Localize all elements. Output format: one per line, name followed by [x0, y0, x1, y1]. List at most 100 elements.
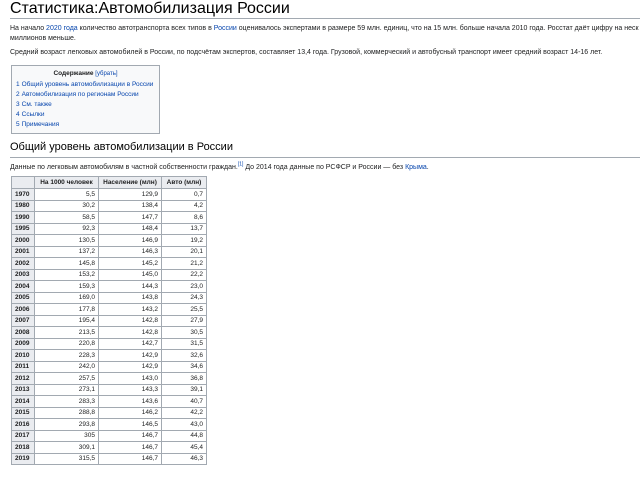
section-note: Данные по легковым автомобилям в частной… — [10, 162, 640, 173]
cell-per-1000: 159,3 — [34, 280, 99, 293]
cell-cars: 27,9 — [161, 314, 207, 327]
cell-year: 2019 — [11, 452, 35, 465]
table-row: 1995 92,3 148,4 13,7 — [11, 222, 207, 235]
table-row: 2009 220,8 142,7 31,5 — [11, 337, 207, 350]
cell-cars: 40,7 — [161, 395, 207, 408]
toc-item-link[interactable]: Примечания — [22, 121, 60, 128]
table-row: 2000 130,5 146,9 19,2 — [11, 234, 207, 247]
intro-text-d: миллионов меньше. — [10, 35, 76, 42]
avg-age-paragraph: Средний возраст легковых автомобилей в Р… — [10, 49, 603, 56]
cell-population: 146,7 — [98, 441, 162, 454]
cell-per-1000: 283,3 — [34, 395, 99, 408]
header-per-1000[interactable]: На 1000 человек — [34, 176, 99, 189]
table-body: 1970 5,5 129,9 0,7 1980 30,2 138,4 4,2 1990 58,5 1… — [11, 188, 207, 465]
table-row: 2006 177,8 143,2 25,5 — [11, 303, 207, 316]
cell-per-1000: 169,0 — [34, 291, 99, 304]
header-cars[interactable]: Авто (млн) — [161, 176, 207, 189]
table-row: 2013 273,1 143,3 39,1 — [11, 383, 207, 396]
note-text-a: Данные по легковым автомобилям в частной… — [10, 164, 238, 171]
table-row: 2010 228,3 142,9 32,6 — [11, 349, 207, 362]
toc-item-number: 2 — [16, 91, 20, 98]
section-heading: Общий уровень автомобилизации в России — [10, 141, 233, 153]
table-row: 2014 283,3 143,6 40,7 — [11, 395, 207, 408]
cell-year: 2016 — [11, 418, 35, 431]
cell-population: 143,2 — [98, 303, 162, 316]
toc-item-link[interactable]: Ссылки — [22, 111, 45, 118]
cell-cars: 34,6 — [161, 360, 207, 373]
cell-year: 2018 — [11, 441, 35, 454]
cell-population: 142,7 — [98, 337, 162, 350]
intro-text-b: количество автотранспорта всех типов в — [77, 25, 214, 32]
link-crimea[interactable]: Крыма — [405, 164, 427, 171]
note-text-end: . — [426, 164, 429, 171]
link-2020[interactable]: 2020 года — [46, 25, 78, 32]
cell-per-1000: 228,3 — [34, 349, 99, 362]
cell-per-1000: 153,2 — [34, 268, 99, 281]
cell-cars: 43,0 — [161, 418, 207, 431]
cell-year: 2003 — [11, 268, 35, 281]
toc-item[interactable]: 5 Примечания — [16, 120, 159, 130]
intro-text-c: оценивалось экспертами в размере 59 млн.… — [236, 25, 639, 32]
table-of-contents: Содержание [убрать] 1 Общий уровень автом… — [11, 65, 160, 134]
toc-list: 1 Общий уровень автомобилизации в России 2… — [16, 80, 159, 130]
link-russia[interactable]: России — [214, 25, 237, 32]
toc-item[interactable]: 3 См. также — [16, 100, 159, 110]
cell-cars: 13,7 — [161, 222, 207, 235]
cell-year: 2005 — [11, 291, 35, 304]
cell-cars: 42,2 — [161, 406, 207, 419]
cell-cars: 22,2 — [161, 268, 207, 281]
cell-year: 2010 — [11, 349, 35, 362]
toc-item[interactable]: 2 Автомобилизация по регионам России — [16, 90, 159, 100]
toc-item-link[interactable]: См. также — [22, 101, 52, 108]
toc-item-link[interactable]: Автомобилизация по регионам России — [22, 91, 139, 98]
intro-paragraph: На начало 2020 года количество автотранс… — [10, 24, 640, 44]
cell-per-1000: 5,5 — [34, 188, 99, 201]
cell-year: 1990 — [11, 211, 35, 224]
page-title: Статистика:Автомобилизация России — [10, 0, 290, 17]
cell-per-1000: 293,8 — [34, 418, 99, 431]
cell-population: 146,2 — [98, 406, 162, 419]
table-row: 2018 309,1 146,7 45,4 — [11, 441, 207, 454]
cell-cars: 45,4 — [161, 441, 207, 454]
cell-cars: 23,0 — [161, 280, 207, 293]
cell-population: 146,3 — [98, 245, 162, 258]
cell-cars: 46,3 — [161, 452, 207, 465]
table-row: 2005 169,0 143,8 24,3 — [11, 291, 207, 304]
cell-per-1000: 130,5 — [34, 234, 99, 247]
toc-hide-link[interactable]: [убрать] — [95, 71, 117, 77]
cell-year: 2002 — [11, 257, 35, 270]
cell-population: 142,9 — [98, 349, 162, 362]
cell-cars: 20,1 — [161, 245, 207, 258]
header-population[interactable]: Население (млн) — [98, 176, 162, 189]
cell-per-1000: 305 — [34, 429, 99, 442]
cell-population: 143,8 — [98, 291, 162, 304]
cell-population: 129,9 — [98, 188, 162, 201]
cell-year: 2012 — [11, 372, 35, 385]
table-row: 2015 288,8 146,2 42,2 — [11, 406, 207, 419]
intro-text-a: На начало — [10, 25, 47, 32]
table-row: 2019 315,5 146,7 46,3 — [11, 452, 207, 465]
cell-per-1000: 92,3 — [34, 222, 99, 235]
toc-item[interactable]: 1 Общий уровень автомобилизации в России — [16, 80, 159, 90]
table-row: 2016 293,8 146,5 43,0 — [11, 418, 207, 431]
toc-item-number: 4 — [16, 111, 20, 118]
table-row: 2002 145,8 145,2 21,2 — [11, 257, 207, 270]
cell-per-1000: 273,1 — [34, 383, 99, 396]
toc-item-number: 5 — [16, 121, 20, 128]
cell-population: 142,8 — [98, 314, 162, 327]
cell-per-1000: 58,5 — [34, 211, 99, 224]
table-row: 1990 58,5 147,7 8,6 — [11, 211, 207, 224]
cell-cars: 25,5 — [161, 303, 207, 316]
table-header-row: На 1000 человек Население (млн) Авто (мл… — [11, 176, 207, 189]
cell-population: 142,9 — [98, 360, 162, 373]
cell-per-1000: 195,4 — [34, 314, 99, 327]
toc-item[interactable]: 4 Ссылки — [16, 110, 159, 120]
toc-item-link[interactable]: Общий уровень автомобилизации в России — [22, 81, 154, 88]
cell-year: 2009 — [11, 337, 35, 350]
cell-population: 148,4 — [98, 222, 162, 235]
cell-per-1000: 220,8 — [34, 337, 99, 350]
cell-year: 2000 — [11, 234, 35, 247]
cell-per-1000: 30,2 — [34, 199, 99, 212]
cell-cars: 4,2 — [161, 199, 207, 212]
cell-cars: 19,2 — [161, 234, 207, 247]
